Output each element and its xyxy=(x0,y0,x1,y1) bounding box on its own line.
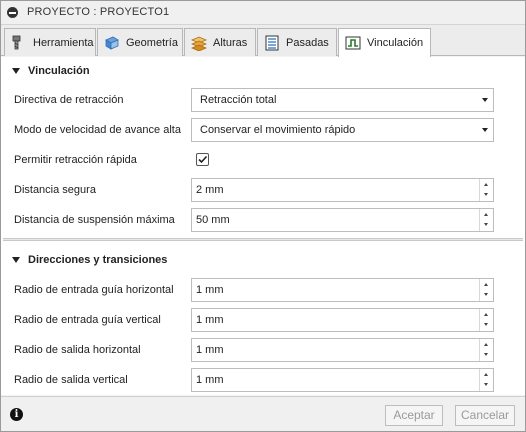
section-title: Direcciones y transiciones xyxy=(28,254,168,266)
vertical-lead-out-field[interactable]: 1 mm xyxy=(191,368,494,392)
expand-triangle-icon xyxy=(12,257,20,263)
safe-distance-label: Distancia segura xyxy=(14,184,96,196)
tab-content: Vinculación Directiva de retracción Retr… xyxy=(1,57,525,395)
info-icon[interactable]: i xyxy=(10,408,23,421)
title-bar: PROYECTO : PROYECTO1 xyxy=(1,1,525,25)
increment-icon[interactable] xyxy=(480,209,493,220)
linking-icon xyxy=(345,35,361,51)
horizontal-lead-in-label: Radio de entrada guía horizontal xyxy=(14,284,174,296)
decrement-icon[interactable] xyxy=(480,220,493,231)
dialog-title: PROYECTO : PROYECTO1 xyxy=(27,6,170,18)
retract-policy-label: Directiva de retracción xyxy=(14,94,124,106)
vertical-lead-in-label: Radio de entrada guía vertical xyxy=(14,314,161,326)
tab-pasadas[interactable]: Pasadas xyxy=(257,28,337,56)
increment-icon[interactable] xyxy=(480,339,493,350)
collapse-icon[interactable] xyxy=(7,7,18,18)
allow-rapid-retract-label: Permitir retracción rápida xyxy=(14,154,137,166)
dropdown-arrow-icon xyxy=(482,128,488,132)
dialog-footer: i Aceptar Cancelar xyxy=(1,396,525,431)
horizontal-lead-out-field[interactable]: 1 mm xyxy=(191,338,494,362)
safe-distance-field[interactable]: 2 mm xyxy=(191,178,494,202)
decrement-icon[interactable] xyxy=(480,190,493,201)
horizontal-lead-out-label: Radio de salida horizontal xyxy=(14,344,141,356)
geometry-icon xyxy=(104,35,120,51)
tab-herramienta[interactable]: Herramienta xyxy=(4,28,96,56)
cancel-button[interactable]: Cancelar xyxy=(455,405,515,426)
checkmark-icon xyxy=(198,155,208,164)
increment-icon[interactable] xyxy=(480,279,493,290)
section-leads-header[interactable]: Direcciones y transiciones xyxy=(1,247,525,273)
high-feed-mode-select[interactable]: Conservar el movimiento rápido xyxy=(191,118,494,142)
tab-geometria[interactable]: Geometría xyxy=(97,28,183,56)
increment-icon[interactable] xyxy=(480,179,493,190)
ok-button[interactable]: Aceptar xyxy=(385,405,443,426)
dropdown-arrow-icon xyxy=(482,98,488,102)
tab-vinculacion[interactable]: Vinculación xyxy=(338,28,431,57)
horizontal-lead-in-field[interactable]: 1 mm xyxy=(191,278,494,302)
decrement-icon[interactable] xyxy=(480,290,493,301)
section-vinculacion-header[interactable]: Vinculación xyxy=(1,58,525,84)
passes-icon xyxy=(264,35,280,51)
tab-alturas[interactable]: Alturas xyxy=(184,28,256,56)
decrement-icon[interactable] xyxy=(480,350,493,361)
heights-icon xyxy=(190,35,208,51)
increment-icon[interactable] xyxy=(480,309,493,320)
max-stay-down-field[interactable]: 50 mm xyxy=(191,208,494,232)
increment-icon[interactable] xyxy=(480,369,493,380)
retract-policy-select[interactable]: Retracción total xyxy=(191,88,494,112)
allow-rapid-retract-checkbox[interactable] xyxy=(196,153,209,166)
tool-icon xyxy=(11,35,27,51)
max-stay-down-label: Distancia de suspensión máxima xyxy=(14,214,175,226)
vertical-lead-out-label: Radio de salida vertical xyxy=(14,374,128,386)
high-feed-mode-label: Modo de velocidad de avance alta xyxy=(14,124,181,136)
operation-dialog: PROYECTO : PROYECTO1 Herramienta Geometr… xyxy=(0,0,526,432)
tab-bar: Herramienta Geometría Alturas Pasadas Vi… xyxy=(1,25,525,57)
section-title: Vinculación xyxy=(28,65,90,77)
decrement-icon[interactable] xyxy=(480,320,493,331)
vertical-lead-in-field[interactable]: 1 mm xyxy=(191,308,494,332)
expand-triangle-icon xyxy=(12,68,20,74)
section-divider xyxy=(3,238,523,241)
decrement-icon[interactable] xyxy=(480,380,493,391)
